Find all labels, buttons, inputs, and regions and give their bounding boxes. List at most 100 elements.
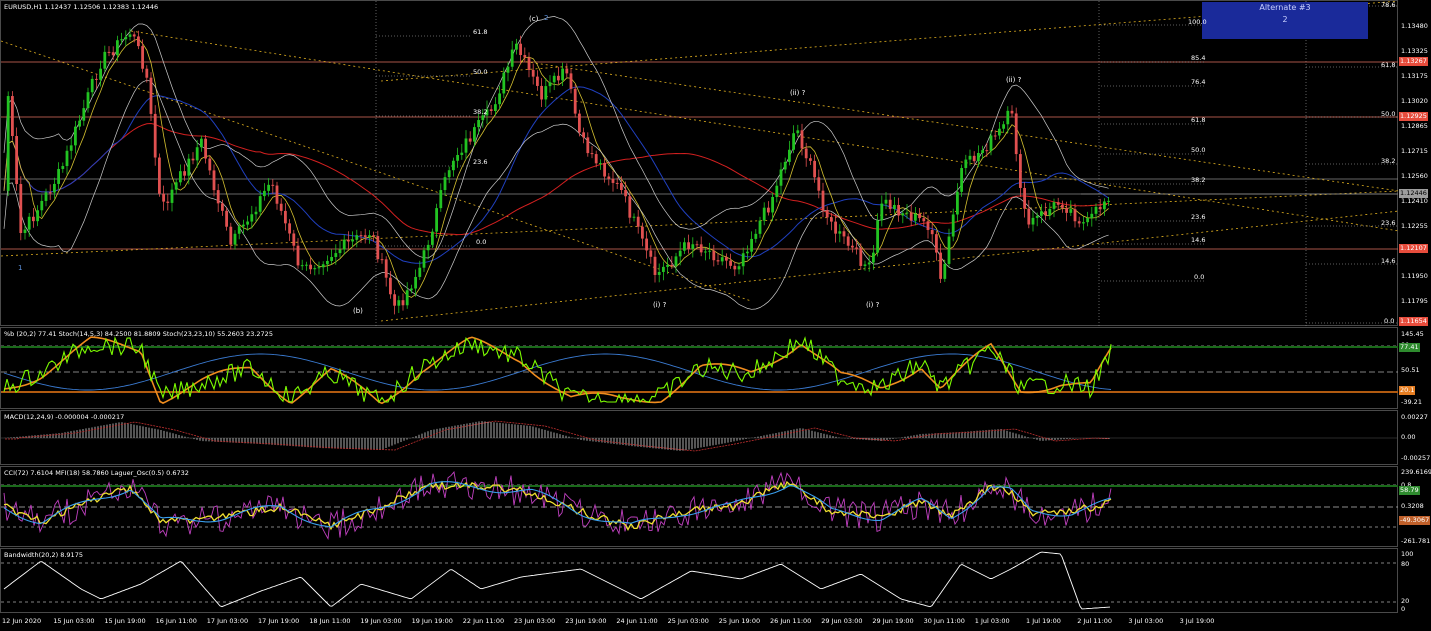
candle-body xyxy=(11,96,14,137)
candle-body xyxy=(284,210,287,224)
fib-left-00: 0.0 xyxy=(476,238,487,246)
candle-body xyxy=(187,158,191,176)
candle-body xyxy=(95,78,98,80)
price-tag-red: 1.13267 xyxy=(1399,57,1428,66)
candle-body xyxy=(825,210,829,218)
candle-body xyxy=(859,248,863,266)
bw-tick: 20 xyxy=(1401,597,1410,605)
fib-right-146: 14.6 xyxy=(1191,236,1206,244)
candle-body xyxy=(796,130,800,134)
candle-body xyxy=(599,162,602,164)
candle-body xyxy=(582,132,585,138)
candle-body xyxy=(179,171,182,183)
candle-body xyxy=(1098,206,1102,210)
price-pane-header: EURUSD,H1 1.12437 1.12506 1.12383 1.1244… xyxy=(4,3,159,11)
candle-body xyxy=(1035,215,1039,218)
candle-body xyxy=(767,207,770,213)
candle-body xyxy=(426,244,430,251)
candle-body xyxy=(1002,124,1005,129)
bandwidth-pane[interactable]: Bandwidth(20,2) 8.9175 xyxy=(0,548,1399,613)
stoch-tick: -39.21 xyxy=(1401,398,1422,406)
candle-body xyxy=(578,113,581,133)
candle-body xyxy=(594,154,598,164)
price-pane[interactable]: EURUSD,H1 1.12437 1.12506 1.12383 1.1244… xyxy=(0,0,1399,327)
time-tick: 15 Jun 03:00 xyxy=(53,617,95,625)
time-tick: 3 Jul 19:00 xyxy=(1179,617,1215,625)
candle-body xyxy=(1044,211,1047,216)
candle-body xyxy=(855,247,858,249)
macd-tick: -0.00257 xyxy=(1401,454,1431,462)
fib-far-382: 38.2 xyxy=(1381,157,1396,165)
candle-body xyxy=(128,34,132,37)
candle-body xyxy=(305,264,308,266)
candle-body xyxy=(6,96,10,191)
fib-right-618: 61.8 xyxy=(1191,116,1206,124)
time-axis[interactable]: 12 Jun 2020 15 Jun 03:00 15 Jun 19:00 16 Ju… xyxy=(0,613,1398,631)
candle-body xyxy=(103,51,107,69)
time-tick: 17 Jun 03:00 xyxy=(206,617,249,625)
price-tick: 1.11950 xyxy=(1401,272,1428,280)
bandwidth-pane-header: Bandwidth(20,2) 8.9175 xyxy=(4,551,83,559)
stoch-tag: 77.41 xyxy=(1399,343,1420,352)
candle-body xyxy=(1077,221,1081,224)
price-tag-red: 1.12925 xyxy=(1399,112,1428,121)
candle-body xyxy=(704,251,707,253)
wave-label-c: (c) xyxy=(529,15,539,23)
cci-pane[interactable]: CCI(72) 7.6104 MFI(18) 58.7860 Laguer_Os… xyxy=(0,466,1399,547)
stoch-os-band xyxy=(1,391,1399,393)
alternate-annotation-box[interactable]: Alternate #3 2 xyxy=(1202,2,1368,39)
macd-pane[interactable]: MACD(12,24,9) -0.000004 -0.000217 xyxy=(0,410,1399,465)
candle-body xyxy=(842,231,846,237)
wave-label-i-1: (i) ? xyxy=(653,301,667,309)
candle-body xyxy=(380,259,384,261)
candle-body xyxy=(1086,217,1089,223)
cci-ob-band xyxy=(1,485,1399,487)
candle-body xyxy=(99,68,102,80)
candle-body xyxy=(830,217,833,222)
time-tick: 30 Jun 11:00 xyxy=(923,617,965,625)
fib-right-854: 85.4 xyxy=(1191,54,1206,62)
price-axis[interactable]: 1.13480 1.13325 1.13175 1.13020 1.12865 … xyxy=(1398,0,1431,326)
candle-body xyxy=(641,226,644,239)
candle-body xyxy=(216,190,220,204)
candle-body xyxy=(880,203,884,221)
candle-body xyxy=(120,39,123,41)
time-tick: 17 Jun 19:00 xyxy=(258,617,300,625)
candle-body xyxy=(683,242,686,251)
candle-body xyxy=(74,126,77,146)
price-tick: 1.12410 xyxy=(1401,197,1428,205)
price-tick: 1.11795 xyxy=(1401,297,1428,305)
time-tick: 16 Jun 11:00 xyxy=(155,617,197,625)
candle-body xyxy=(158,157,161,194)
candle-body xyxy=(779,169,783,186)
candle-body xyxy=(355,235,359,240)
candle-body xyxy=(204,138,207,159)
stoch-pane[interactable]: %b (20,2) 77.41 Stoch(14,5,3) 84.2500 81… xyxy=(0,327,1399,409)
candle-body xyxy=(107,51,111,53)
candle-body xyxy=(1040,211,1043,216)
candle-body xyxy=(275,185,279,204)
candle-body xyxy=(901,213,905,216)
candle-body xyxy=(636,216,640,227)
fib-right-500: 50.0 xyxy=(1191,146,1206,154)
time-tick: 29 Jun 19:00 xyxy=(872,617,914,625)
candle-body xyxy=(86,92,90,109)
candle-body xyxy=(905,212,909,214)
candle-body xyxy=(221,203,224,211)
candle-body xyxy=(363,235,367,237)
cci-pane-header: CCI(72) 7.6104 MFI(18) 58.7860 Laguer_Os… xyxy=(4,469,189,477)
candle-body xyxy=(170,189,174,203)
candle-body xyxy=(1031,217,1035,225)
candle-body xyxy=(809,158,812,161)
candle-body xyxy=(863,264,867,266)
candle-body xyxy=(145,68,149,78)
candle-body xyxy=(846,236,850,246)
candle-body xyxy=(754,233,758,239)
candle-body xyxy=(548,82,552,87)
candle-body xyxy=(993,135,997,137)
candle-body xyxy=(922,218,926,222)
candle-body xyxy=(40,200,44,211)
candle-body xyxy=(288,223,291,234)
candle-body xyxy=(1073,209,1077,222)
candle-body xyxy=(914,213,917,221)
